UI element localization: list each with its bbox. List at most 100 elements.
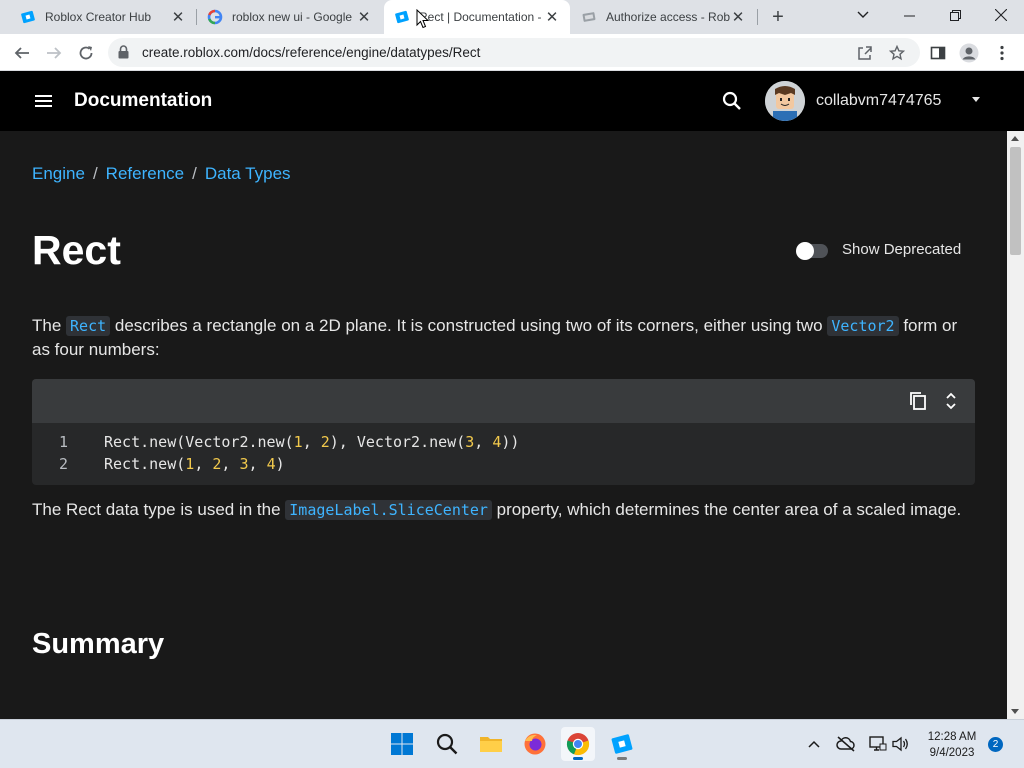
expand-code-button[interactable] <box>940 390 962 412</box>
roblox-studio-icon <box>395 10 409 24</box>
sliceCenter-paragraph: The Rect data type is used in the ImageL… <box>32 498 975 522</box>
url-text: create.roblox.com/docs/reference/engine/… <box>142 45 481 60</box>
copy-code-button[interactable] <box>907 390 929 412</box>
breadcrumb-data-types[interactable]: Data Types <box>205 164 291 183</box>
restore-button[interactable] <box>932 0 978 30</box>
tab-title: Roblox Creator Hub <box>45 10 152 24</box>
new-tab-button[interactable]: + <box>766 5 790 29</box>
clock-time: 12:28 AM <box>927 731 977 743</box>
tab-title: roblox new ui - Google <box>232 10 353 24</box>
page-scrollbar[interactable] <box>1007 131 1024 719</box>
chrome-button[interactable] <box>561 727 595 761</box>
google-icon <box>207 9 223 25</box>
cloud-offline-icon <box>836 736 855 752</box>
close-icon <box>995 9 1007 21</box>
start-button[interactable] <box>385 727 419 761</box>
chevron-down-icon <box>857 11 869 18</box>
close-window-button[interactable] <box>978 0 1024 30</box>
taskbar: 12:28 AM 9/4/2023 2 <box>0 719 1024 768</box>
minimize-icon <box>903 15 915 16</box>
side-panel-button[interactable] <box>926 41 950 65</box>
show-deprecated-label: Show Deprecated <box>842 241 962 258</box>
browser-toolbar: create.roblox.com/docs/reference/engine/… <box>0 34 1024 71</box>
address-bar[interactable]: create.roblox.com/docs/reference/engine/… <box>108 38 920 67</box>
intro-paragraph: The Rect describes a rectangle on a 2D p… <box>32 314 975 362</box>
code-line: 2 Rect.new(1, 2, 3, 4) <box>32 453 975 475</box>
username[interactable]: collabvm7474765 <box>816 92 941 110</box>
tab-roblox-creator-hub[interactable]: Roblox Creator Hub ✕ <box>0 0 196 34</box>
slice-center-code-link[interactable]: ImageLabel.SliceCenter <box>285 500 492 520</box>
authorize-icon <box>582 12 596 22</box>
bookmark-star-icon[interactable] <box>888 44 906 62</box>
caret-down-icon[interactable] <box>972 97 980 102</box>
roblox-studio-button[interactable] <box>605 727 639 761</box>
back-button[interactable] <box>8 39 36 67</box>
code-block-header <box>32 379 975 423</box>
expand-icon <box>946 392 956 410</box>
reload-button[interactable] <box>72 39 100 67</box>
intro-text: describes a rectangle on a 2D plane. It … <box>110 316 828 335</box>
close-tab-icon[interactable]: ✕ <box>544 9 560 26</box>
minimize-button[interactable] <box>886 0 932 30</box>
notification-badge[interactable]: 2 <box>988 737 1003 752</box>
code-line: 1 Rect.new(Vector2.new(1, 2), Vector2.ne… <box>32 431 975 453</box>
folder-icon <box>480 737 502 752</box>
breadcrumb-reference[interactable]: Reference <box>106 164 184 183</box>
show-deprecated-toggle[interactable] <box>796 242 828 260</box>
tab-rect-documentation[interactable]: Rect | Documentation - ✕ <box>384 0 570 34</box>
show-hidden-icons-button[interactable] <box>804 734 824 754</box>
avatar[interactable] <box>765 81 805 121</box>
file-explorer-button[interactable] <box>474 727 508 761</box>
site-title[interactable]: Documentation <box>74 90 212 112</box>
tab-title: Authorize access - Rob <box>606 10 730 24</box>
breadcrumb-engine[interactable]: Engine <box>32 164 85 183</box>
tab-search-button[interactable] <box>840 0 886 30</box>
firefox-button[interactable] <box>518 727 552 761</box>
restore-icon <box>949 9 961 21</box>
active-app-indicator <box>573 757 583 760</box>
breadcrumb: Engine / Reference / Data Types <box>32 164 291 184</box>
toggle-knob <box>796 242 814 260</box>
code-text: Rect.new(Vector2.new(1, 2), Vector2.new(… <box>104 433 520 451</box>
clock-date: 9/4/2023 <box>929 747 975 759</box>
line-number: 2 <box>58 455 68 473</box>
tab-divider <box>757 9 758 25</box>
lock-icon <box>118 45 129 59</box>
side-panel-icon <box>930 46 946 60</box>
system-clock[interactable]: 12:28 AM 9/4/2023 <box>920 729 984 761</box>
taskbar-search-button[interactable] <box>430 727 464 761</box>
copy-icon <box>910 392 926 410</box>
close-tab-icon[interactable]: ✕ <box>170 9 186 26</box>
windows-icon <box>391 733 413 755</box>
scroll-up-arrow[interactable] <box>1011 136 1019 141</box>
roblox-studio-icon <box>611 734 633 754</box>
tab-google-search[interactable]: roblox new ui - Google ✕ <box>197 0 382 34</box>
volume-control[interactable] <box>891 734 911 754</box>
close-tab-icon[interactable]: ✕ <box>356 9 372 26</box>
tab-authorize-access[interactable]: Authorize access - Rob ✕ <box>571 0 756 34</box>
rect-code-link[interactable]: Rect <box>66 316 111 336</box>
reload-icon <box>79 46 93 60</box>
onedrive-status[interactable] <box>836 734 856 754</box>
profile-button[interactable] <box>957 41 981 65</box>
breadcrumb-separator: / <box>92 164 98 183</box>
running-app-indicator <box>617 757 627 760</box>
network-status[interactable] <box>868 734 888 754</box>
code-text: Rect.new(1, 2, 3, 4) <box>104 455 285 473</box>
network-icon <box>869 736 887 751</box>
hamburger-menu-icon[interactable] <box>33 91 55 111</box>
arrow-left-icon <box>14 47 29 59</box>
roblox-studio-icon <box>21 10 35 24</box>
scroll-down-arrow[interactable] <box>1011 709 1019 714</box>
volume-icon <box>892 736 908 752</box>
close-tab-icon[interactable]: ✕ <box>730 9 746 26</box>
code-block: 1 Rect.new(Vector2.new(1, 2), Vector2.ne… <box>32 379 975 485</box>
vector2-code-link[interactable]: Vector2 <box>827 316 899 336</box>
forward-button[interactable] <box>40 39 68 67</box>
chrome-menu-button[interactable] <box>990 41 1014 65</box>
share-icon[interactable] <box>856 44 874 62</box>
scrollbar-thumb[interactable] <box>1010 147 1021 255</box>
search-icon[interactable] <box>720 89 744 113</box>
browser-tab-strip: Roblox Creator Hub ✕ roblox new ui - Goo… <box>0 0 1024 34</box>
mouse-cursor-icon <box>416 9 430 29</box>
